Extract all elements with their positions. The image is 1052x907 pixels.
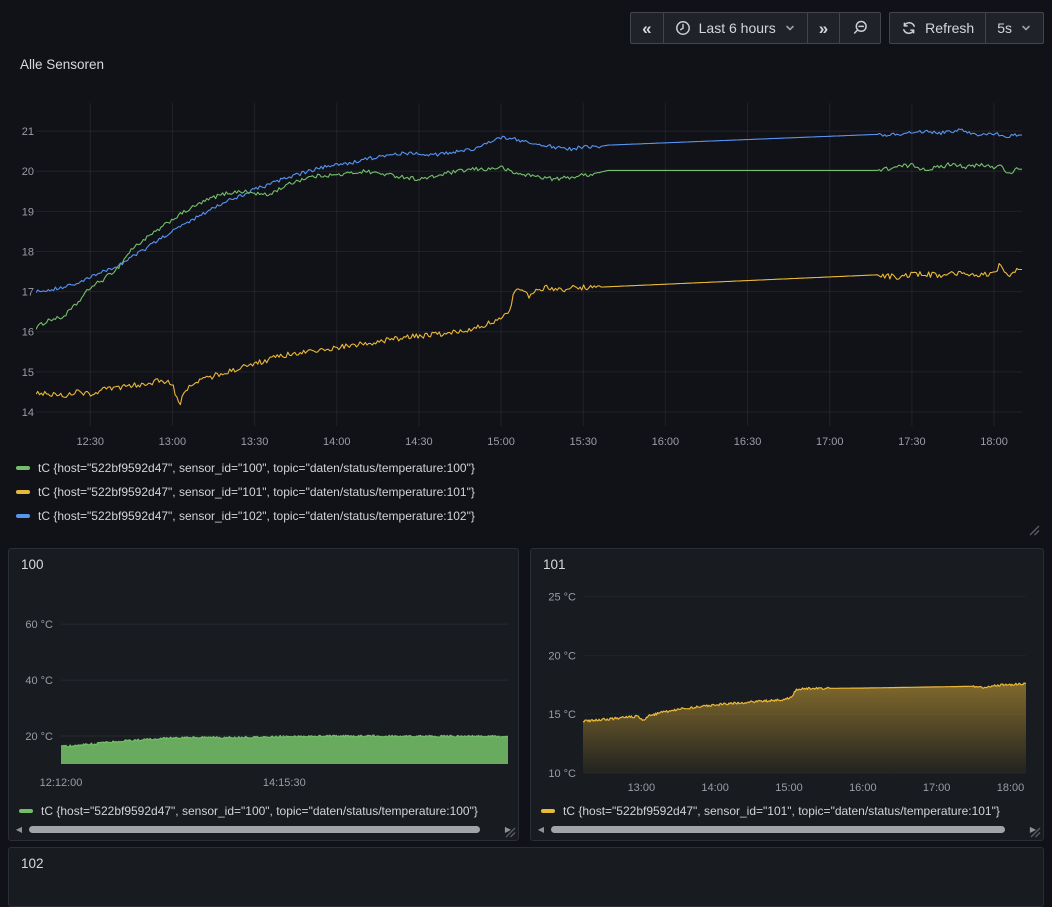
legend-101: tC {host="522bf9592d47", sensor_id="101"… — [541, 801, 1039, 821]
refresh-group: Refresh 5s — [889, 12, 1044, 44]
horizontal-scrollbar: ◀ ▶ — [13, 824, 514, 835]
panel-102: 102 — [8, 847, 1044, 907]
svg-text:13:30: 13:30 — [241, 436, 269, 448]
scrollbar-thumb[interactable] — [551, 826, 1005, 833]
panel-100: 100 20 °C 40 °C 60 °C 12:12:00 14:15:30 tC {… — [8, 548, 519, 841]
zoom-out-button[interactable] — [839, 13, 880, 43]
svg-text:20 °C: 20 °C — [548, 650, 576, 662]
time-range-group: « Last 6 hours » — [630, 12, 881, 44]
area-chart-101[interactable]: 10 °C 15 °C 20 °C 25 °C 13:00 14:00 15:00 16:00… — [531, 549, 1043, 799]
time-series-chart-alle-sensoren[interactable]: 14 15 16 17 18 19 20 21 12:30 13:00 13:30 14:00 14:3… — [8, 96, 1044, 452]
refresh-label: Refresh — [925, 20, 974, 36]
legend-item-sensor-101[interactable]: tC {host="522bf9592d47", sensor_id="101"… — [16, 480, 475, 504]
svg-text:17:00: 17:00 — [816, 436, 844, 448]
legend-100: tC {host="522bf9592d47", sensor_id="100"… — [19, 801, 514, 821]
series-swatch-101 — [541, 809, 555, 813]
scrollbar-left-arrow[interactable]: ◀ — [13, 826, 25, 834]
svg-text:19: 19 — [22, 206, 34, 218]
svg-text:40 °C: 40 °C — [25, 675, 53, 687]
legend-label: tC {host="522bf9592d47", sensor_id="100"… — [41, 804, 478, 818]
clock-icon — [675, 20, 691, 36]
refresh-interval-label: 5s — [997, 20, 1012, 36]
svg-text:12:30: 12:30 — [76, 436, 104, 448]
series-swatch-101 — [16, 490, 30, 494]
scrollbar-left-arrow[interactable]: ◀ — [535, 826, 547, 834]
svg-text:18:00: 18:00 — [997, 782, 1025, 794]
area-chart-100[interactable]: 20 °C 40 °C 60 °C 12:12:00 14:15:30 — [9, 549, 518, 799]
refresh-interval-dropdown[interactable]: 5s — [985, 13, 1043, 43]
series-swatch-102 — [16, 514, 30, 518]
legend-alle-sensoren: tC {host="522bf9592d47", sensor_id="100"… — [16, 456, 475, 528]
svg-text:12:12:00: 12:12:00 — [40, 777, 83, 789]
legend-label: tC {host="522bf9592d47", sensor_id="101"… — [563, 804, 1000, 818]
double-chevron-left-icon: « — [642, 20, 651, 37]
zoom-out-icon — [851, 19, 869, 37]
series-swatch-100 — [19, 809, 33, 813]
svg-text:14: 14 — [22, 407, 34, 419]
scrollbar-thumb[interactable] — [29, 826, 480, 833]
legend-label: tC {host="522bf9592d47", sensor_id="101"… — [38, 485, 475, 499]
panel-title-102[interactable]: 102 — [21, 856, 44, 871]
svg-text:21: 21 — [22, 126, 34, 138]
dashboard-toolbar: « Last 6 hours » — [630, 12, 1044, 44]
time-shift-back-button[interactable]: « — [631, 13, 662, 43]
panel-title-100[interactable]: 100 — [21, 557, 44, 572]
series-swatch-100 — [16, 466, 30, 470]
time-range-picker[interactable]: Last 6 hours — [663, 13, 807, 43]
panel-resize-handle[interactable] — [504, 826, 517, 839]
horizontal-scrollbar: ◀ ▶ — [535, 824, 1039, 835]
legend-item-sensor-102[interactable]: tC {host="522bf9592d47", sensor_id="102"… — [16, 504, 475, 528]
svg-text:16:00: 16:00 — [849, 782, 877, 794]
chevron-down-icon — [784, 22, 796, 34]
svg-text:18: 18 — [22, 246, 34, 258]
svg-text:15:30: 15:30 — [569, 436, 597, 448]
panel-resize-handle[interactable] — [1028, 524, 1041, 537]
svg-text:14:30: 14:30 — [405, 436, 433, 448]
svg-text:18:00: 18:00 — [980, 436, 1008, 448]
svg-text:15: 15 — [22, 367, 34, 379]
svg-text:16:30: 16:30 — [734, 436, 762, 448]
chevron-down-icon — [1020, 22, 1032, 34]
refresh-icon — [901, 20, 917, 36]
legend-label: tC {host="522bf9592d47", sensor_id="102"… — [38, 509, 475, 523]
svg-text:15:00: 15:00 — [775, 782, 803, 794]
svg-text:17:00: 17:00 — [923, 782, 951, 794]
panel-resize-handle[interactable] — [1029, 826, 1042, 839]
svg-text:20: 20 — [22, 166, 34, 178]
svg-text:25 °C: 25 °C — [548, 592, 576, 604]
svg-text:15:00: 15:00 — [487, 436, 515, 448]
svg-text:60 °C: 60 °C — [25, 619, 53, 631]
refresh-button[interactable]: Refresh — [890, 13, 985, 43]
legend-item-sensor-101[interactable]: tC {host="522bf9592d47", sensor_id="101"… — [541, 801, 1039, 821]
svg-text:17: 17 — [22, 287, 34, 299]
svg-text:13:00: 13:00 — [159, 436, 187, 448]
time-shift-forward-button[interactable]: » — [807, 13, 839, 43]
panel-title-101[interactable]: 101 — [543, 557, 566, 572]
panel-title-alle-sensoren[interactable]: Alle Sensoren — [20, 57, 104, 72]
panel-101: 101 10 °C15 °C20 °C25 °C13:0014:0015:001… — [530, 548, 1044, 841]
svg-text:10 °C: 10 °C — [548, 768, 576, 780]
svg-text:13:00: 13:00 — [628, 782, 656, 794]
svg-text:16:00: 16:00 — [652, 436, 680, 448]
legend-item-sensor-100[interactable]: tC {host="522bf9592d47", sensor_id="100"… — [16, 456, 475, 480]
svg-text:15 °C: 15 °C — [548, 709, 576, 721]
double-chevron-right-icon: » — [819, 20, 828, 37]
svg-text:14:15:30: 14:15:30 — [263, 777, 306, 789]
svg-text:20 °C: 20 °C — [25, 731, 53, 743]
svg-text:14:00: 14:00 — [323, 436, 351, 448]
legend-item-sensor-100[interactable]: tC {host="522bf9592d47", sensor_id="100"… — [19, 801, 514, 821]
legend-label: tC {host="522bf9592d47", sensor_id="100"… — [38, 461, 475, 475]
svg-text:17:30: 17:30 — [898, 436, 926, 448]
time-range-label: Last 6 hours — [699, 20, 776, 36]
svg-text:14:00: 14:00 — [701, 782, 729, 794]
svg-text:16: 16 — [22, 327, 34, 339]
